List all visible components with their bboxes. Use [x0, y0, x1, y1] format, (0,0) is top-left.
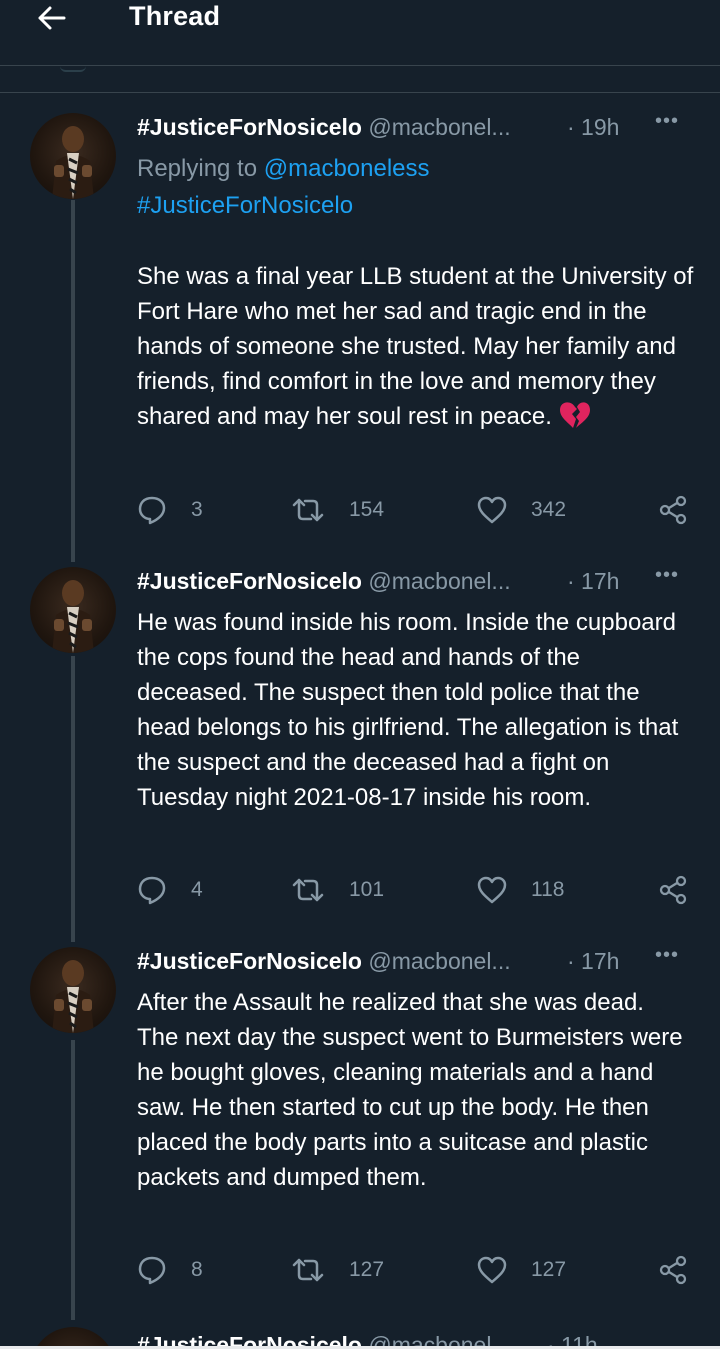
author-name[interactable]: #JusticeForNosicelo	[137, 114, 362, 140]
author-handle[interactable]: @macbonel...	[368, 568, 510, 594]
tweet-actions: 3 154 342	[137, 493, 697, 527]
reply-icon	[138, 876, 166, 905]
tweet-header: #JusticeForNosicelo @macbonel... · 17h •…	[137, 564, 697, 602]
heart-icon	[477, 876, 507, 904]
heart-icon	[477, 496, 507, 524]
reply-handle-link[interactable]: @macboneless	[264, 155, 430, 182]
more-options-icon[interactable]: •••	[655, 944, 679, 967]
reply-icon	[138, 1256, 166, 1285]
like-button[interactable]: 342	[477, 493, 566, 527]
retweet-button[interactable]: 101	[291, 873, 384, 907]
retweet-icon	[292, 878, 324, 902]
retweet-icon	[292, 498, 324, 522]
author-handle[interactable]: @macbonel...	[368, 114, 510, 140]
arrow-left-icon	[38, 6, 66, 30]
share-icon	[659, 495, 687, 525]
tweet-text: He was found inside his room. Inside the…	[137, 609, 685, 811]
thread-line	[71, 200, 75, 562]
thread-line	[71, 1040, 75, 1320]
like-button[interactable]: 118	[477, 873, 564, 907]
share-button[interactable]	[659, 1253, 689, 1287]
reply-button[interactable]: 4	[137, 873, 203, 907]
share-icon	[659, 1255, 687, 1285]
top-bar: Thread	[0, 0, 720, 66]
share-button[interactable]	[659, 873, 689, 907]
tweet-header: #JusticeForNosicelo @macbonel... · 19h •…	[137, 110, 697, 148]
divider	[0, 92, 720, 93]
more-options-icon[interactable]: •••	[655, 564, 679, 587]
tweet-time[interactable]: · 17h	[567, 948, 619, 975]
thread-connector-top	[60, 66, 86, 72]
retweet-icon	[292, 1258, 324, 1282]
more-options-icon[interactable]: •••	[655, 110, 679, 133]
tweet-actions: 8 127 127	[137, 1253, 697, 1287]
like-button[interactable]: 127	[477, 1253, 566, 1287]
page-title: Thread	[129, 1, 221, 31]
broken-heart-icon	[559, 402, 590, 428]
share-icon	[659, 875, 687, 905]
tweet-time[interactable]: · 19h	[567, 114, 619, 141]
share-button[interactable]	[659, 493, 689, 527]
reply-icon	[138, 496, 166, 525]
author-name[interactable]: #JusticeForNosicelo	[137, 948, 362, 974]
tweet-actions: 4 101 118	[137, 873, 697, 907]
retweet-button[interactable]: 154	[291, 493, 384, 527]
author-name[interactable]: #JusticeForNosicelo	[137, 568, 362, 594]
thread-line	[71, 656, 75, 942]
back-button[interactable]	[34, 4, 70, 32]
avatar[interactable]	[30, 947, 116, 1033]
tweet-time[interactable]: · 17h	[567, 568, 619, 595]
heart-icon	[477, 1256, 507, 1284]
tweet-header: #JusticeForNosicelo @macbonel... · 17h •…	[137, 944, 697, 982]
hashtag-link[interactable]: #JusticeForNosicelo	[137, 192, 353, 219]
tweet-text: After the Assault he realized that she w…	[137, 989, 683, 1191]
avatar[interactable]	[30, 113, 116, 199]
reply-button[interactable]: 8	[137, 1253, 203, 1287]
replying-to: Replying to @macboneless #JusticeForNosi…	[137, 155, 430, 219]
next-tweet-partial[interactable]: #JusticeForNosicelo @macbonel... · 11h	[0, 1320, 720, 1349]
tweet-text: She was a final year LLB student at the …	[137, 263, 700, 430]
retweet-button[interactable]: 127	[291, 1253, 384, 1287]
author-handle[interactable]: @macbonel...	[368, 948, 510, 974]
reply-button[interactable]: 3	[137, 493, 203, 527]
avatar[interactable]	[30, 567, 116, 653]
